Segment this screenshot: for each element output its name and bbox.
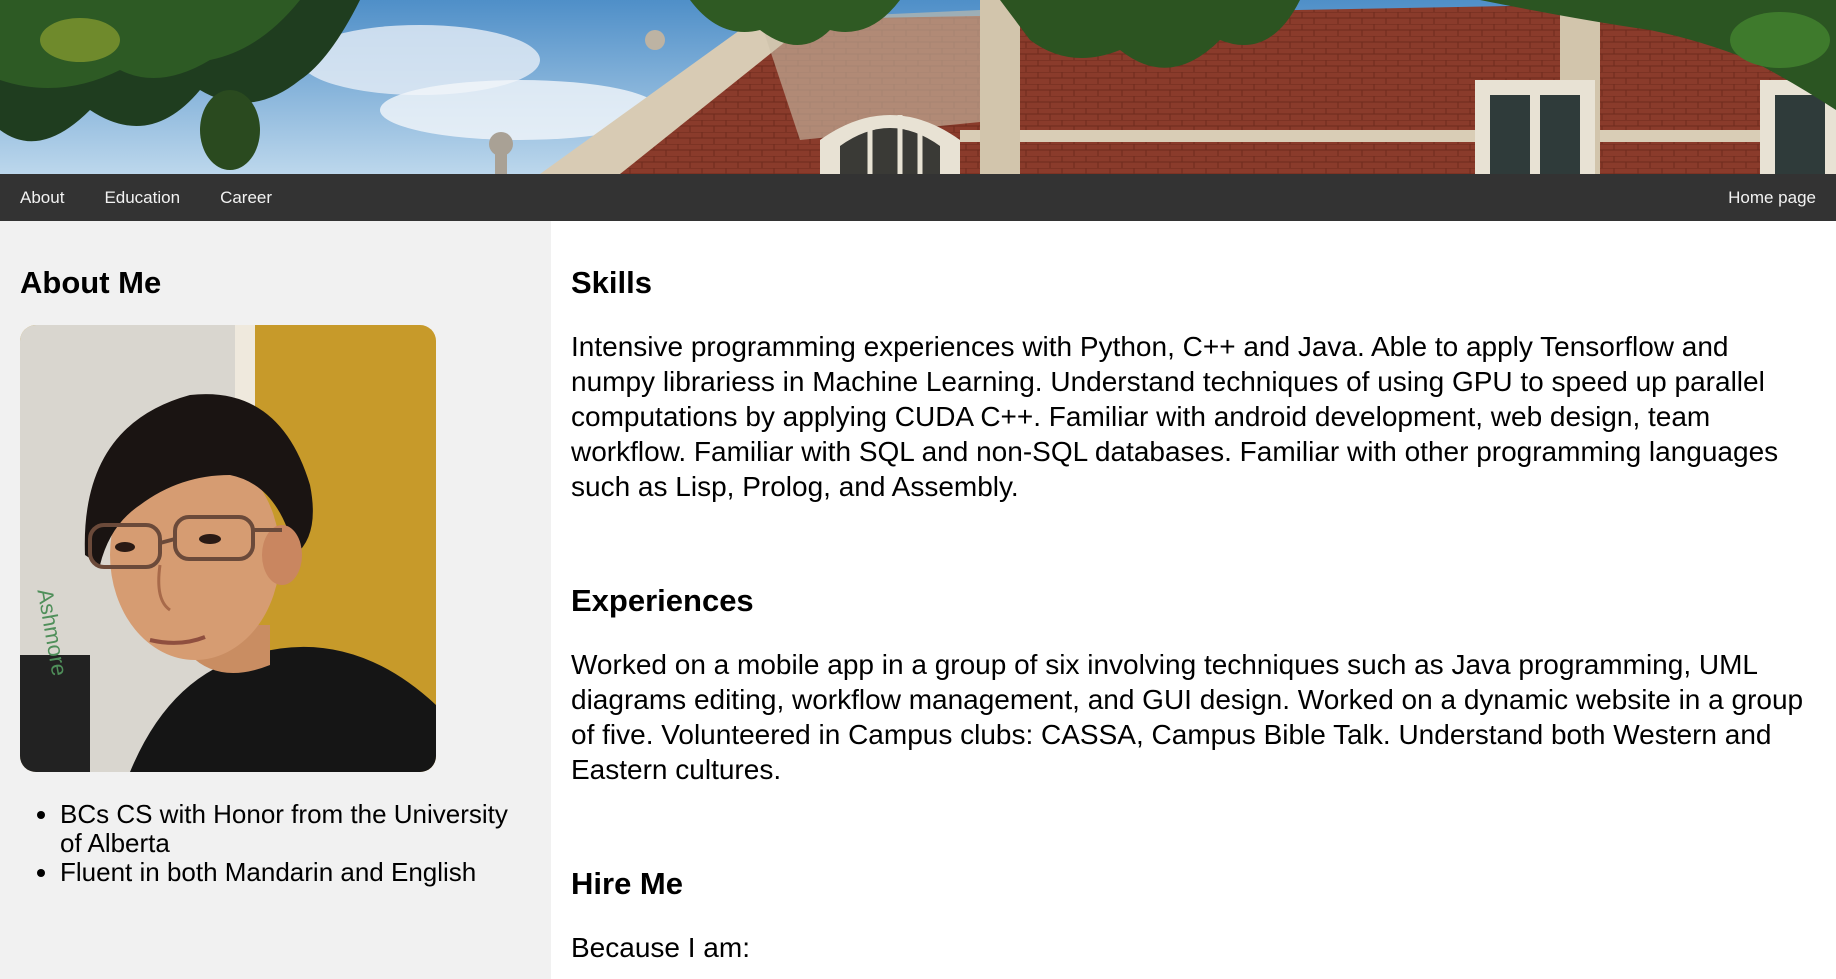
about-bullet-list: BCs CS with Honor from the University of… [20,800,531,887]
skills-heading: Skills [571,265,652,300]
nav-link-education[interactable]: Education [84,174,200,222]
top-navbar: About Education Career Home page [0,174,1836,221]
hire-me-paragraph: Because I am: [571,932,750,963]
list-item: Fluent in both Mandarin and English [60,858,531,887]
sidebar-title: About Me [20,265,162,300]
experiences-heading: Experiences [571,583,754,618]
nav-link-career[interactable]: Career [200,174,292,222]
header-banner-image [0,0,1836,174]
nav-link-home-page[interactable]: Home page [1708,174,1836,221]
nav-right-group: Home page [1708,188,1836,208]
nav-left-group: About Education Career [0,174,292,222]
main-column: Skills Intensive programming experiences… [551,221,1836,979]
sidebar: About Me Ashmore • BCs CS with Honor fro… [0,221,551,979]
experiences-paragraph: Worked on a mobile app in a group of six… [571,649,1804,785]
nav-link-about[interactable]: About [0,174,84,222]
skills-paragraph: Intensive programming experiences with P… [571,331,1779,502]
content-area: About Me Ashmore • BCs CS with Honor fro… [0,221,1836,979]
list-item: BCs CS with Honor from the University of… [60,800,531,858]
profile-photo: Ashmore [20,325,436,772]
hire-me-heading: Hire Me [571,866,683,901]
